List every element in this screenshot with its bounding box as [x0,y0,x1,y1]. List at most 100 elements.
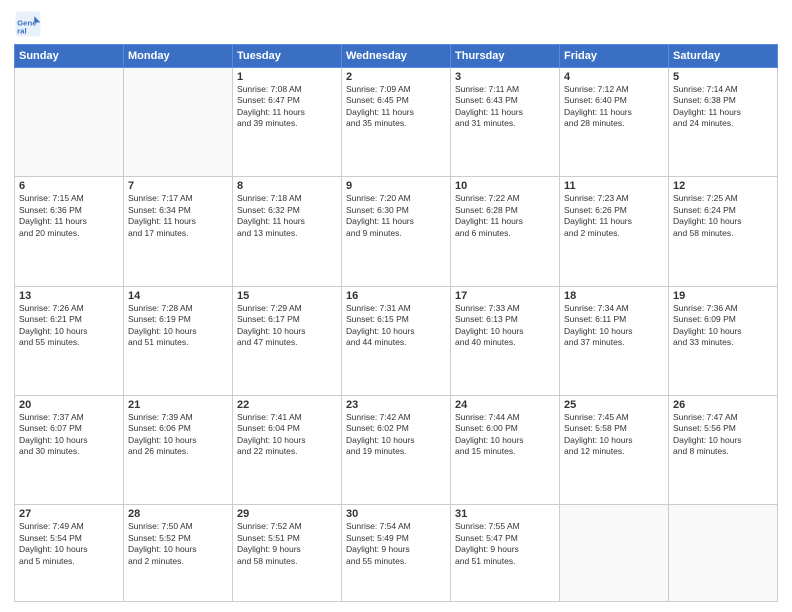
day-number: 26 [673,399,773,411]
calendar-cell: 30Sunrise: 7:54 AM Sunset: 5:49 PM Dayli… [342,505,451,602]
calendar-cell: 15Sunrise: 7:29 AM Sunset: 6:17 PM Dayli… [233,286,342,395]
calendar-cell: 2Sunrise: 7:09 AM Sunset: 6:45 PM Daylig… [342,68,451,177]
calendar-cell: 7Sunrise: 7:17 AM Sunset: 6:34 PM Daylig… [124,177,233,286]
day-number: 19 [673,290,773,302]
day-number: 1 [237,71,337,83]
page: Gene ral SundayMondayTuesdayWednesdayThu… [0,0,792,612]
calendar-cell: 27Sunrise: 7:49 AM Sunset: 5:54 PM Dayli… [15,505,124,602]
weekday-header: Wednesday [342,45,451,68]
day-number: 20 [19,399,119,411]
day-number: 6 [19,180,119,192]
weekday-header: Thursday [451,45,560,68]
day-number: 29 [237,508,337,520]
day-number: 24 [455,399,555,411]
day-number: 11 [564,180,664,192]
day-info: Sunrise: 7:26 AM Sunset: 6:21 PM Dayligh… [19,303,119,349]
day-info: Sunrise: 7:25 AM Sunset: 6:24 PM Dayligh… [673,193,773,239]
calendar-cell: 25Sunrise: 7:45 AM Sunset: 5:58 PM Dayli… [560,395,669,504]
weekday-header: Sunday [15,45,124,68]
day-number: 18 [564,290,664,302]
day-number: 31 [455,508,555,520]
calendar-cell: 12Sunrise: 7:25 AM Sunset: 6:24 PM Dayli… [669,177,778,286]
calendar-cell: 26Sunrise: 7:47 AM Sunset: 5:56 PM Dayli… [669,395,778,504]
day-number: 9 [346,180,446,192]
day-info: Sunrise: 7:41 AM Sunset: 6:04 PM Dayligh… [237,412,337,458]
calendar-cell [669,505,778,602]
header: Gene ral [14,10,778,38]
day-info: Sunrise: 7:08 AM Sunset: 6:47 PM Dayligh… [237,84,337,130]
day-info: Sunrise: 7:37 AM Sunset: 6:07 PM Dayligh… [19,412,119,458]
calendar-cell: 11Sunrise: 7:23 AM Sunset: 6:26 PM Dayli… [560,177,669,286]
day-info: Sunrise: 7:45 AM Sunset: 5:58 PM Dayligh… [564,412,664,458]
day-info: Sunrise: 7:39 AM Sunset: 6:06 PM Dayligh… [128,412,228,458]
calendar-cell: 16Sunrise: 7:31 AM Sunset: 6:15 PM Dayli… [342,286,451,395]
day-info: Sunrise: 7:11 AM Sunset: 6:43 PM Dayligh… [455,84,555,130]
calendar-cell: 13Sunrise: 7:26 AM Sunset: 6:21 PM Dayli… [15,286,124,395]
calendar-cell: 24Sunrise: 7:44 AM Sunset: 6:00 PM Dayli… [451,395,560,504]
day-info: Sunrise: 7:36 AM Sunset: 6:09 PM Dayligh… [673,303,773,349]
day-info: Sunrise: 7:55 AM Sunset: 5:47 PM Dayligh… [455,521,555,567]
day-info: Sunrise: 7:22 AM Sunset: 6:28 PM Dayligh… [455,193,555,239]
day-number: 21 [128,399,228,411]
calendar-cell: 9Sunrise: 7:20 AM Sunset: 6:30 PM Daylig… [342,177,451,286]
day-number: 12 [673,180,773,192]
day-number: 8 [237,180,337,192]
day-info: Sunrise: 7:29 AM Sunset: 6:17 PM Dayligh… [237,303,337,349]
svg-text:ral: ral [17,26,27,35]
logo-icon: Gene ral [14,10,42,38]
calendar-cell: 6Sunrise: 7:15 AM Sunset: 6:36 PM Daylig… [15,177,124,286]
day-number: 25 [564,399,664,411]
day-number: 28 [128,508,228,520]
day-info: Sunrise: 7:09 AM Sunset: 6:45 PM Dayligh… [346,84,446,130]
calendar-cell: 17Sunrise: 7:33 AM Sunset: 6:13 PM Dayli… [451,286,560,395]
calendar-cell: 5Sunrise: 7:14 AM Sunset: 6:38 PM Daylig… [669,68,778,177]
calendar-cell [15,68,124,177]
calendar-cell: 31Sunrise: 7:55 AM Sunset: 5:47 PM Dayli… [451,505,560,602]
calendar-cell: 8Sunrise: 7:18 AM Sunset: 6:32 PM Daylig… [233,177,342,286]
day-info: Sunrise: 7:20 AM Sunset: 6:30 PM Dayligh… [346,193,446,239]
day-number: 2 [346,71,446,83]
calendar-cell: 4Sunrise: 7:12 AM Sunset: 6:40 PM Daylig… [560,68,669,177]
day-info: Sunrise: 7:49 AM Sunset: 5:54 PM Dayligh… [19,521,119,567]
day-number: 23 [346,399,446,411]
calendar-cell: 1Sunrise: 7:08 AM Sunset: 6:47 PM Daylig… [233,68,342,177]
day-info: Sunrise: 7:33 AM Sunset: 6:13 PM Dayligh… [455,303,555,349]
day-info: Sunrise: 7:44 AM Sunset: 6:00 PM Dayligh… [455,412,555,458]
day-number: 13 [19,290,119,302]
day-number: 16 [346,290,446,302]
day-info: Sunrise: 7:17 AM Sunset: 6:34 PM Dayligh… [128,193,228,239]
day-info: Sunrise: 7:14 AM Sunset: 6:38 PM Dayligh… [673,84,773,130]
day-info: Sunrise: 7:52 AM Sunset: 5:51 PM Dayligh… [237,521,337,567]
calendar-cell [560,505,669,602]
day-info: Sunrise: 7:15 AM Sunset: 6:36 PM Dayligh… [19,193,119,239]
day-info: Sunrise: 7:18 AM Sunset: 6:32 PM Dayligh… [237,193,337,239]
calendar-cell: 18Sunrise: 7:34 AM Sunset: 6:11 PM Dayli… [560,286,669,395]
day-number: 5 [673,71,773,83]
day-number: 22 [237,399,337,411]
calendar-cell: 10Sunrise: 7:22 AM Sunset: 6:28 PM Dayli… [451,177,560,286]
day-number: 7 [128,180,228,192]
weekday-header: Monday [124,45,233,68]
calendar-cell: 23Sunrise: 7:42 AM Sunset: 6:02 PM Dayli… [342,395,451,504]
day-number: 3 [455,71,555,83]
day-info: Sunrise: 7:28 AM Sunset: 6:19 PM Dayligh… [128,303,228,349]
calendar-cell: 19Sunrise: 7:36 AM Sunset: 6:09 PM Dayli… [669,286,778,395]
day-number: 17 [455,290,555,302]
day-info: Sunrise: 7:42 AM Sunset: 6:02 PM Dayligh… [346,412,446,458]
day-number: 30 [346,508,446,520]
weekday-header: Saturday [669,45,778,68]
day-info: Sunrise: 7:34 AM Sunset: 6:11 PM Dayligh… [564,303,664,349]
day-info: Sunrise: 7:12 AM Sunset: 6:40 PM Dayligh… [564,84,664,130]
calendar-cell: 14Sunrise: 7:28 AM Sunset: 6:19 PM Dayli… [124,286,233,395]
calendar-cell: 21Sunrise: 7:39 AM Sunset: 6:06 PM Dayli… [124,395,233,504]
calendar-cell: 20Sunrise: 7:37 AM Sunset: 6:07 PM Dayli… [15,395,124,504]
day-info: Sunrise: 7:50 AM Sunset: 5:52 PM Dayligh… [128,521,228,567]
calendar-table: SundayMondayTuesdayWednesdayThursdayFrid… [14,44,778,602]
day-info: Sunrise: 7:31 AM Sunset: 6:15 PM Dayligh… [346,303,446,349]
day-number: 14 [128,290,228,302]
weekday-header: Tuesday [233,45,342,68]
calendar-cell: 22Sunrise: 7:41 AM Sunset: 6:04 PM Dayli… [233,395,342,504]
day-info: Sunrise: 7:23 AM Sunset: 6:26 PM Dayligh… [564,193,664,239]
day-number: 4 [564,71,664,83]
calendar-cell: 29Sunrise: 7:52 AM Sunset: 5:51 PM Dayli… [233,505,342,602]
